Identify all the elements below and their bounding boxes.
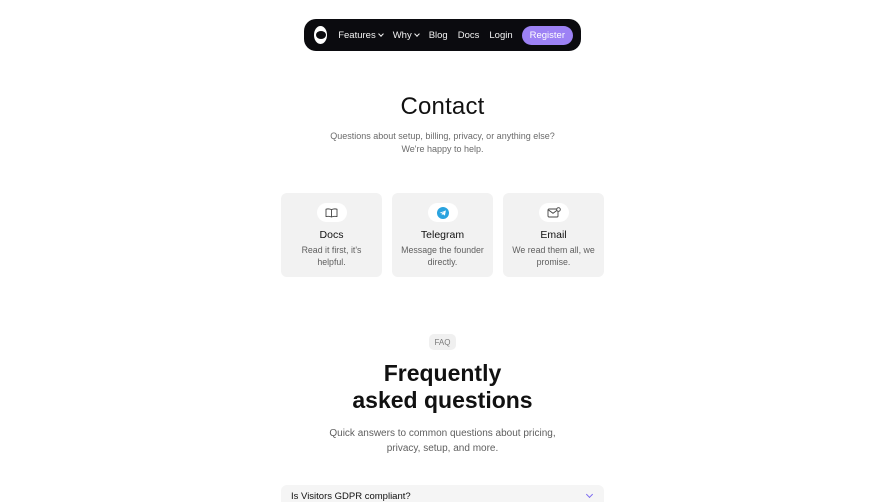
faq-title-line: Frequently	[383, 360, 502, 386]
card-title: Telegram	[420, 229, 465, 241]
faq-question: Is Visitors GDPR compliant?	[291, 491, 411, 502]
card-description: Message the founder directly.	[401, 245, 484, 267]
card-description: Read it first, it's helpful.	[301, 245, 362, 267]
faq-title-line: asked questions	[352, 387, 533, 413]
page-subtitle: Questions about setup, billing, privacy,…	[0, 130, 885, 155]
page-title: Contact	[400, 93, 485, 120]
faq-subtitle-line: Quick answers to common questions about …	[329, 428, 556, 439]
card-description: We read them all, we promise.	[512, 245, 595, 267]
telegram-icon	[427, 203, 458, 222]
faq-title: Frequently asked questions	[0, 360, 885, 414]
faq-subtitle-line: privacy, setup, and more.	[386, 442, 499, 454]
chevron-down-icon	[585, 490, 594, 499]
login-link[interactable]: Login	[489, 30, 512, 41]
register-button[interactable]: Register	[521, 25, 573, 45]
contact-cards: Docs Read it first, it's helpful. Telegr…	[281, 193, 604, 277]
nav-item-features[interactable]: Features	[338, 29, 384, 41]
top-nav: Features Why Blog Docs Login Register	[304, 19, 581, 51]
nav-item-label: Docs	[457, 29, 480, 41]
nav-item-why[interactable]: Why	[392, 29, 420, 41]
nav-item-label: Features	[338, 29, 376, 41]
chevron-down-icon	[413, 30, 420, 37]
faq-subtitle: Quick answers to common questions about …	[0, 427, 885, 456]
nav-item-blog[interactable]: Blog	[429, 30, 448, 41]
nav-item-docs[interactable]: Docs	[458, 30, 480, 41]
card-title: Docs	[319, 229, 344, 241]
card-title: Email	[540, 229, 567, 241]
chevron-down-icon	[377, 30, 384, 37]
mail-icon	[538, 203, 569, 222]
nav-item-label: Why	[392, 29, 412, 41]
faq-item[interactable]: Is Visitors GDPR compliant?	[281, 485, 604, 502]
telegram-card[interactable]: Telegram Message the founder directly.	[392, 193, 493, 277]
logo-icon[interactable]	[314, 26, 328, 44]
book-icon	[316, 203, 347, 222]
subtitle-line: We're happy to help.	[401, 143, 484, 154]
docs-card[interactable]: Docs Read it first, it's helpful.	[281, 193, 382, 277]
email-card[interactable]: Email We read them all, we promise.	[503, 193, 604, 277]
faq-badge: FAQ	[429, 334, 456, 350]
nav-item-label: Blog	[428, 29, 448, 41]
subtitle-line: Questions about setup, billing, privacy,…	[330, 131, 555, 141]
